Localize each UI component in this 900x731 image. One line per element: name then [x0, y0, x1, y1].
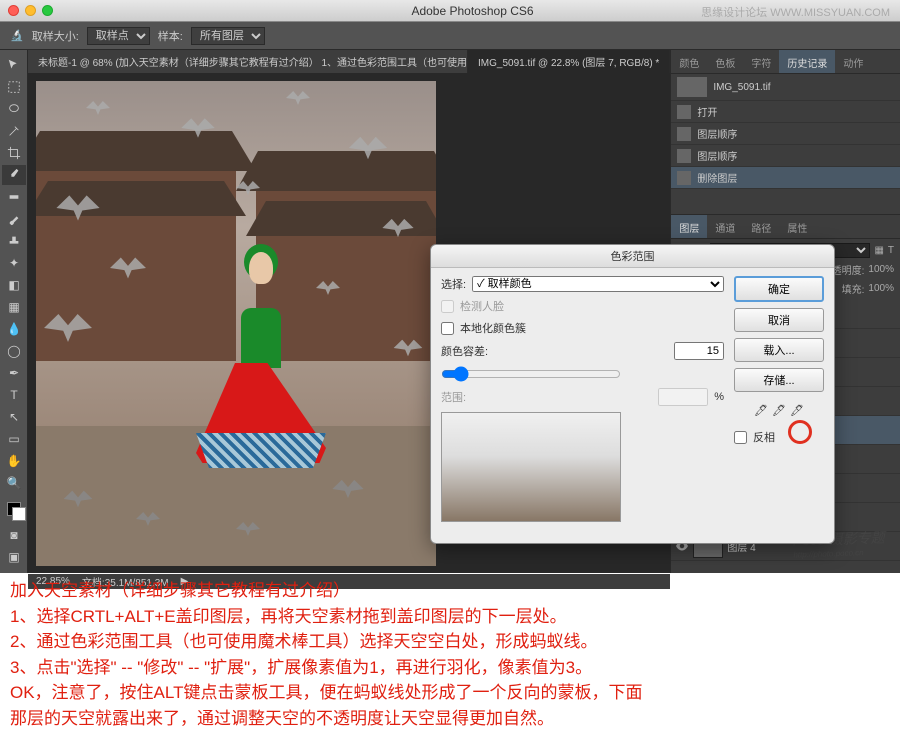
- history-brush-icon[interactable]: ✦: [2, 253, 26, 273]
- shape-tool-icon[interactable]: ▭: [2, 429, 26, 449]
- pen-tool-icon[interactable]: ✒: [2, 363, 26, 383]
- options-bar: 🔬 取样大小: 取样点 样本: 所有图层: [0, 22, 900, 50]
- instruction-line: 加入天空素材（详细步骤其它教程有过介绍）: [10, 578, 890, 604]
- invert-label: 反相: [753, 429, 775, 445]
- tab-channels[interactable]: 通道: [707, 215, 743, 238]
- eyedropper-add-icon[interactable]: 🖊: [772, 404, 786, 417]
- crop-tool-icon[interactable]: [2, 143, 26, 163]
- load-button[interactable]: 载入...: [734, 338, 824, 362]
- select-label: 选择:: [441, 276, 466, 292]
- screenmode-icon[interactable]: ▣: [2, 547, 26, 567]
- canvas-scene: [36, 81, 436, 566]
- dialog-title: 色彩范围: [431, 245, 834, 268]
- annotation-circle: [788, 420, 812, 444]
- instruction-line: 3、点击"选择" -- "修改" -- "扩展"，扩展像素值为1，再进行羽化，像…: [10, 655, 890, 681]
- fuzziness-input[interactable]: [674, 342, 724, 360]
- select-dropdown[interactable]: ✓ 取样颜色: [472, 276, 724, 292]
- heal-tool-icon[interactable]: [2, 187, 26, 207]
- tab-properties[interactable]: 属性: [779, 215, 815, 238]
- preview-box: [441, 412, 621, 522]
- history-item[interactable]: 打开: [671, 101, 900, 123]
- eyedropper-sample-icon[interactable]: 🖊: [754, 404, 768, 417]
- tab-color[interactable]: 颜色: [671, 50, 707, 73]
- layers-panel-tabs: 图层 通道 路径 属性: [671, 215, 900, 239]
- top-panel-tabs: 颜色 色板 字符 历史记录 动作: [671, 50, 900, 74]
- history-panel: IMG_5091.tif 打开 图层顺序 图层顺序 删除图层: [671, 74, 900, 214]
- filter-icon[interactable]: T: [888, 245, 894, 256]
- history-item[interactable]: 图层顺序: [671, 123, 900, 145]
- tab-paths[interactable]: 路径: [743, 215, 779, 238]
- detect-faces-label: 检测人脸: [460, 298, 504, 314]
- save-button[interactable]: 存储...: [734, 368, 824, 392]
- zoom-icon[interactable]: [42, 5, 53, 16]
- history-item[interactable]: 图层顺序: [671, 145, 900, 167]
- traffic-lights: [8, 5, 53, 16]
- wand-tool-icon[interactable]: [2, 121, 26, 141]
- range-label: 范围:: [441, 389, 466, 405]
- doc-tab-2[interactable]: IMG_5091.tif @ 22.8% (图层 7, RGB/8) *: [468, 50, 670, 73]
- sample-size-select[interactable]: 取样点: [87, 27, 150, 45]
- history-doc-row[interactable]: IMG_5091.tif: [671, 74, 900, 101]
- range-unit: %: [714, 391, 724, 403]
- invert-check[interactable]: [734, 431, 747, 444]
- detect-faces-check: [441, 300, 454, 313]
- ok-button[interactable]: 确定: [734, 276, 824, 302]
- cancel-button[interactable]: 取消: [734, 308, 824, 332]
- eyedropper-sub-icon[interactable]: 🖊: [790, 404, 804, 417]
- tab-actions[interactable]: 动作: [835, 50, 871, 73]
- instruction-line: 那层的天空就露出来了，通过调整天空的不透明度让天空显得更加自然。: [10, 706, 890, 731]
- opacity-value[interactable]: 100%: [868, 264, 894, 275]
- close-icon[interactable]: [8, 5, 19, 16]
- tab-character[interactable]: 字符: [743, 50, 779, 73]
- lasso-tool-icon[interactable]: [2, 99, 26, 119]
- instruction-line: 1、选择CRTL+ALT+E盖印图层，再将天空素材拖到盖印图层的下一层处。: [10, 604, 890, 630]
- type-tool-icon[interactable]: T: [2, 385, 26, 405]
- zoom-tool-icon[interactable]: 🔍: [2, 473, 26, 493]
- hand-tool-icon[interactable]: ✋: [2, 451, 26, 471]
- tab-history[interactable]: 历史记录: [779, 50, 835, 73]
- eyedropper-icon: 🔬: [10, 29, 24, 42]
- sample-size-label: 取样大小:: [32, 28, 79, 44]
- quickmask-icon[interactable]: ◙: [2, 525, 26, 545]
- dodge-tool-icon[interactable]: ◯: [2, 341, 26, 361]
- eyedropper-tool-icon[interactable]: [2, 165, 26, 185]
- marquee-tool-icon[interactable]: [2, 77, 26, 97]
- swatch-icon[interactable]: [2, 495, 26, 523]
- range-input: [658, 388, 708, 406]
- tab-swatches[interactable]: 色板: [707, 50, 743, 73]
- blur-tool-icon[interactable]: 💧: [2, 319, 26, 339]
- stamp-tool-icon[interactable]: [2, 231, 26, 251]
- fill-value[interactable]: 100%: [868, 283, 894, 294]
- move-tool-icon[interactable]: [2, 55, 26, 75]
- instruction-line: 2、通过色彩范围工具（也可使用魔术棒工具）选择天空空白处，形成蚂蚁线。: [10, 629, 890, 655]
- eraser-tool-icon[interactable]: ◧: [2, 275, 26, 295]
- localized-check[interactable]: [441, 322, 454, 335]
- filter-icon[interactable]: ▦: [874, 245, 883, 256]
- instructions: 加入天空素材（详细步骤其它教程有过介绍） 1、选择CRTL+ALT+E盖印图层，…: [10, 578, 890, 731]
- doc-tabs: 未标题-1 @ 68% (加入天空素材（详细步骤其它教程有过介绍） 1、通过色彩…: [28, 50, 670, 73]
- figure: [216, 276, 306, 476]
- sample-label: 样本:: [158, 28, 183, 44]
- canvas[interactable]: [36, 81, 436, 566]
- minimize-icon[interactable]: [25, 5, 36, 16]
- instruction-line: OK，注意了，按住ALT键点击蒙板工具，便在蚂蚁线处形成了一个反向的蒙板，下面: [10, 680, 890, 706]
- toolbox: ✦ ◧ ▦ 💧 ◯ ✒ T ↖ ▭ ✋ 🔍 ◙ ▣: [0, 50, 28, 573]
- watermark-top: 思缘设计论坛 WWW.MISSYUAN.COM: [701, 4, 890, 20]
- fuzziness-slider[interactable]: [441, 366, 621, 382]
- brush-tool-icon[interactable]: [2, 209, 26, 229]
- color-range-dialog: 色彩范围 选择: ✓ 取样颜色 检测人脸 本地化颜色簇 颜色容差: 范围:: [430, 244, 835, 544]
- path-tool-icon[interactable]: ↖: [2, 407, 26, 427]
- sample-select[interactable]: 所有图层: [191, 27, 265, 45]
- history-item[interactable]: 删除图层: [671, 167, 900, 189]
- localized-label: 本地化颜色簇: [460, 320, 526, 336]
- fill-label: 填充:: [842, 281, 865, 296]
- doc-tab-1[interactable]: 未标题-1 @ 68% (加入天空素材（详细步骤其它教程有过介绍） 1、通过色彩…: [28, 50, 468, 73]
- tab-layers[interactable]: 图层: [671, 215, 707, 238]
- fuzziness-label: 颜色容差:: [441, 343, 488, 359]
- gradient-tool-icon[interactable]: ▦: [2, 297, 26, 317]
